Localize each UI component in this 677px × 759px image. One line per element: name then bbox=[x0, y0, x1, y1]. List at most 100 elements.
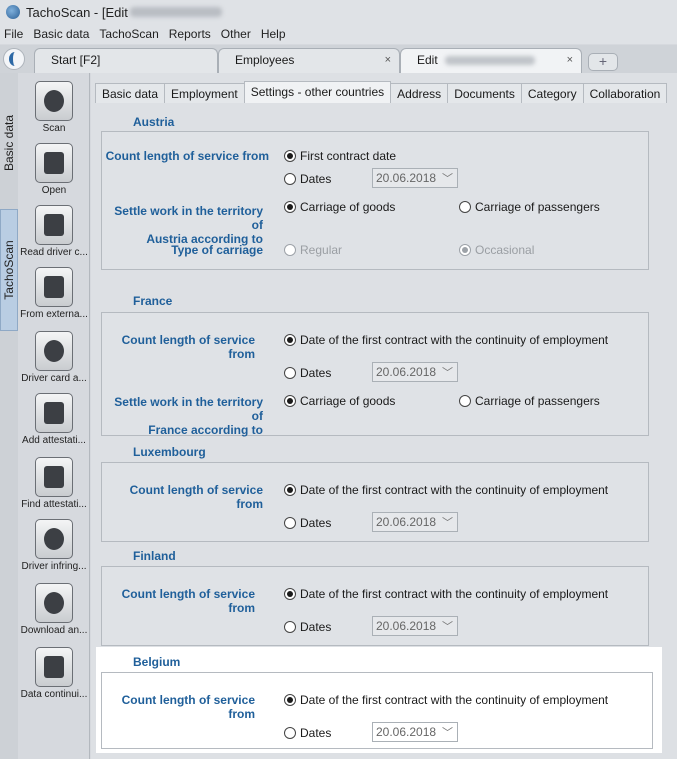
chevron-down-icon[interactable]: ﹀ bbox=[442, 724, 453, 740]
austria-first-contract-radio[interactable]: First contract date bbox=[284, 149, 396, 163]
radio-checked-icon bbox=[284, 334, 296, 346]
home-logo-icon[interactable] bbox=[3, 48, 25, 70]
france-first-contract-radio[interactable]: Date of the first contract with the cont… bbox=[284, 333, 608, 347]
tool-panel: Scan Open Read driver c... From externa.… bbox=[18, 73, 90, 759]
finland-dates-radio[interactable]: Dates bbox=[284, 620, 331, 634]
austria-dates-label: Dates bbox=[300, 172, 332, 186]
calendar-icon bbox=[35, 647, 73, 687]
france-goods-radio[interactable]: Carriage of goods bbox=[284, 394, 395, 408]
add-attestation-label: Add attestati... bbox=[22, 435, 86, 446]
austria-occasional-radio[interactable]: Occasional bbox=[459, 243, 534, 257]
belgium-first-contract-radio[interactable]: Date of the first contract with the cont… bbox=[284, 693, 608, 707]
menu-basic-data[interactable]: Basic data bbox=[33, 27, 89, 41]
chevron-down-icon[interactable]: ﹀ bbox=[442, 618, 453, 634]
folder-icon bbox=[35, 143, 73, 183]
austria-count-label: Count length of service from bbox=[105, 149, 269, 163]
subtab-basic-data[interactable]: Basic data bbox=[95, 83, 166, 103]
driver-infringements-label: Driver infring... bbox=[21, 561, 87, 572]
chevron-down-icon[interactable]: ﹀ bbox=[442, 170, 453, 186]
austria-date-picker[interactable]: 20.06.2018 ﹀ bbox=[372, 168, 458, 188]
luxembourg-first-contract-radio[interactable]: Date of the first contract with the cont… bbox=[284, 483, 608, 497]
radio-unchecked-icon bbox=[459, 201, 471, 213]
download-analysis-button[interactable]: Download an... bbox=[18, 583, 90, 636]
belgium-date-picker[interactable]: 20.06.2018 ﹀ bbox=[372, 722, 458, 742]
scan-button[interactable]: Scan bbox=[18, 81, 90, 134]
left-vertical-tabs: Basic data TachoScan bbox=[0, 73, 18, 759]
subtab-documents[interactable]: Documents bbox=[447, 83, 522, 103]
subtab-address[interactable]: Address bbox=[390, 83, 449, 103]
chevron-down-icon[interactable]: ﹀ bbox=[442, 364, 453, 380]
add-attestation-button[interactable]: Add attestati... bbox=[18, 393, 90, 446]
france-dates-label: Dates bbox=[300, 366, 332, 380]
tab-employees[interactable]: Employees × bbox=[218, 48, 400, 73]
calendar-add-icon bbox=[35, 393, 73, 433]
subtab-settings-other-countries[interactable]: Settings - other countries bbox=[243, 81, 392, 103]
open-label: Open bbox=[41, 185, 67, 196]
driver-card-analysis-button[interactable]: Driver card a... bbox=[18, 331, 90, 384]
radio-checked-icon bbox=[284, 484, 296, 496]
belgium-dates-radio[interactable]: Dates bbox=[284, 726, 331, 740]
from-external-button[interactable]: From externa... bbox=[18, 267, 90, 320]
data-continuity-button[interactable]: Data continui... bbox=[18, 647, 90, 700]
austria-goods-radio[interactable]: Carriage of goods bbox=[284, 200, 395, 214]
luxembourg-date-picker[interactable]: 20.06.2018 ﹀ bbox=[372, 512, 458, 532]
close-icon[interactable]: × bbox=[567, 54, 573, 66]
france-title: France bbox=[133, 294, 173, 308]
menu-help[interactable]: Help bbox=[261, 27, 286, 41]
vtab-tachoscan-label: TachoScan bbox=[2, 240, 16, 300]
read-driver-card-button[interactable]: Read driver c... bbox=[18, 205, 90, 258]
austria-passengers-radio[interactable]: Carriage of passengers bbox=[459, 200, 600, 214]
radio-unchecked-icon bbox=[284, 517, 296, 529]
france-settle-label: Settle work in the territory of France ac… bbox=[101, 395, 263, 437]
menu-other[interactable]: Other bbox=[221, 27, 251, 41]
vtab-tachoscan[interactable]: TachoScan bbox=[0, 209, 18, 331]
card-reader-icon bbox=[35, 205, 73, 245]
tab-edit[interactable]: Edit × bbox=[400, 48, 582, 73]
driver-infringements-button[interactable]: Driver infring... bbox=[18, 519, 90, 572]
download-analysis-label: Download an... bbox=[20, 625, 88, 636]
tab-edit-label: Edit bbox=[417, 53, 438, 67]
plus-icon: + bbox=[598, 53, 608, 69]
tab-start[interactable]: Start [F2] bbox=[34, 48, 218, 73]
app-logo-icon bbox=[6, 5, 20, 19]
menu-tachoscan[interactable]: TachoScan bbox=[99, 27, 158, 41]
close-icon[interactable]: × bbox=[385, 54, 391, 66]
austria-regular-radio[interactable]: Regular bbox=[284, 243, 342, 257]
data-continuity-label: Data continui... bbox=[20, 689, 88, 700]
finland-first-contract-radio[interactable]: Date of the first contract with the cont… bbox=[284, 587, 608, 601]
chevron-down-icon[interactable]: ﹀ bbox=[442, 514, 453, 530]
austria-regular-label: Regular bbox=[300, 243, 343, 257]
find-attestation-button[interactable]: Find attestati... bbox=[18, 457, 90, 510]
austria-title: Austria bbox=[133, 115, 175, 129]
france-date-picker[interactable]: 20.06.2018 ﹀ bbox=[372, 362, 458, 382]
window-title: TachoScan - [Edit bbox=[26, 4, 128, 20]
france-count-label: Count length of service from bbox=[121, 333, 255, 361]
subtab-category[interactable]: Category bbox=[520, 83, 584, 103]
luxembourg-dates-radio[interactable]: Dates bbox=[284, 516, 331, 530]
france-first-contract-label: Date of the first contract with the cont… bbox=[300, 333, 609, 347]
radio-checked-icon bbox=[284, 588, 296, 600]
luxembourg-date-value: 20.06.2018 bbox=[376, 515, 437, 529]
subtab-employment[interactable]: Employment bbox=[164, 83, 245, 103]
menu-file[interactable]: File bbox=[4, 27, 23, 41]
austria-goods-label: Carriage of goods bbox=[300, 200, 396, 214]
title-bar: TachoScan - [Edit bbox=[0, 0, 677, 24]
download-disc-icon bbox=[35, 583, 73, 623]
add-tab-button[interactable]: + bbox=[588, 53, 618, 71]
france-settle-label-line2: France according to bbox=[148, 423, 263, 437]
subtab-collaboration[interactable]: Collaboration bbox=[582, 83, 668, 103]
radio-checked-icon bbox=[284, 694, 296, 706]
finland-date-picker[interactable]: 20.06.2018 ﹀ bbox=[372, 616, 458, 636]
austria-dates-radio[interactable]: Dates bbox=[284, 172, 331, 186]
austria-date-value: 20.06.2018 bbox=[376, 171, 437, 185]
belgium-title: Belgium bbox=[133, 655, 181, 669]
scan-label: Scan bbox=[42, 123, 66, 134]
read-driver-card-label: Read driver c... bbox=[20, 247, 88, 258]
france-dates-radio[interactable]: Dates bbox=[284, 366, 331, 380]
menu-reports[interactable]: Reports bbox=[169, 27, 211, 41]
open-button[interactable]: Open bbox=[18, 143, 90, 196]
menu-bar: File Basic data TachoScan Reports Other … bbox=[0, 24, 677, 44]
vtab-basic-data[interactable]: Basic data bbox=[0, 93, 18, 193]
radio-unchecked-icon bbox=[284, 244, 296, 256]
france-passengers-radio[interactable]: Carriage of passengers bbox=[459, 394, 600, 408]
